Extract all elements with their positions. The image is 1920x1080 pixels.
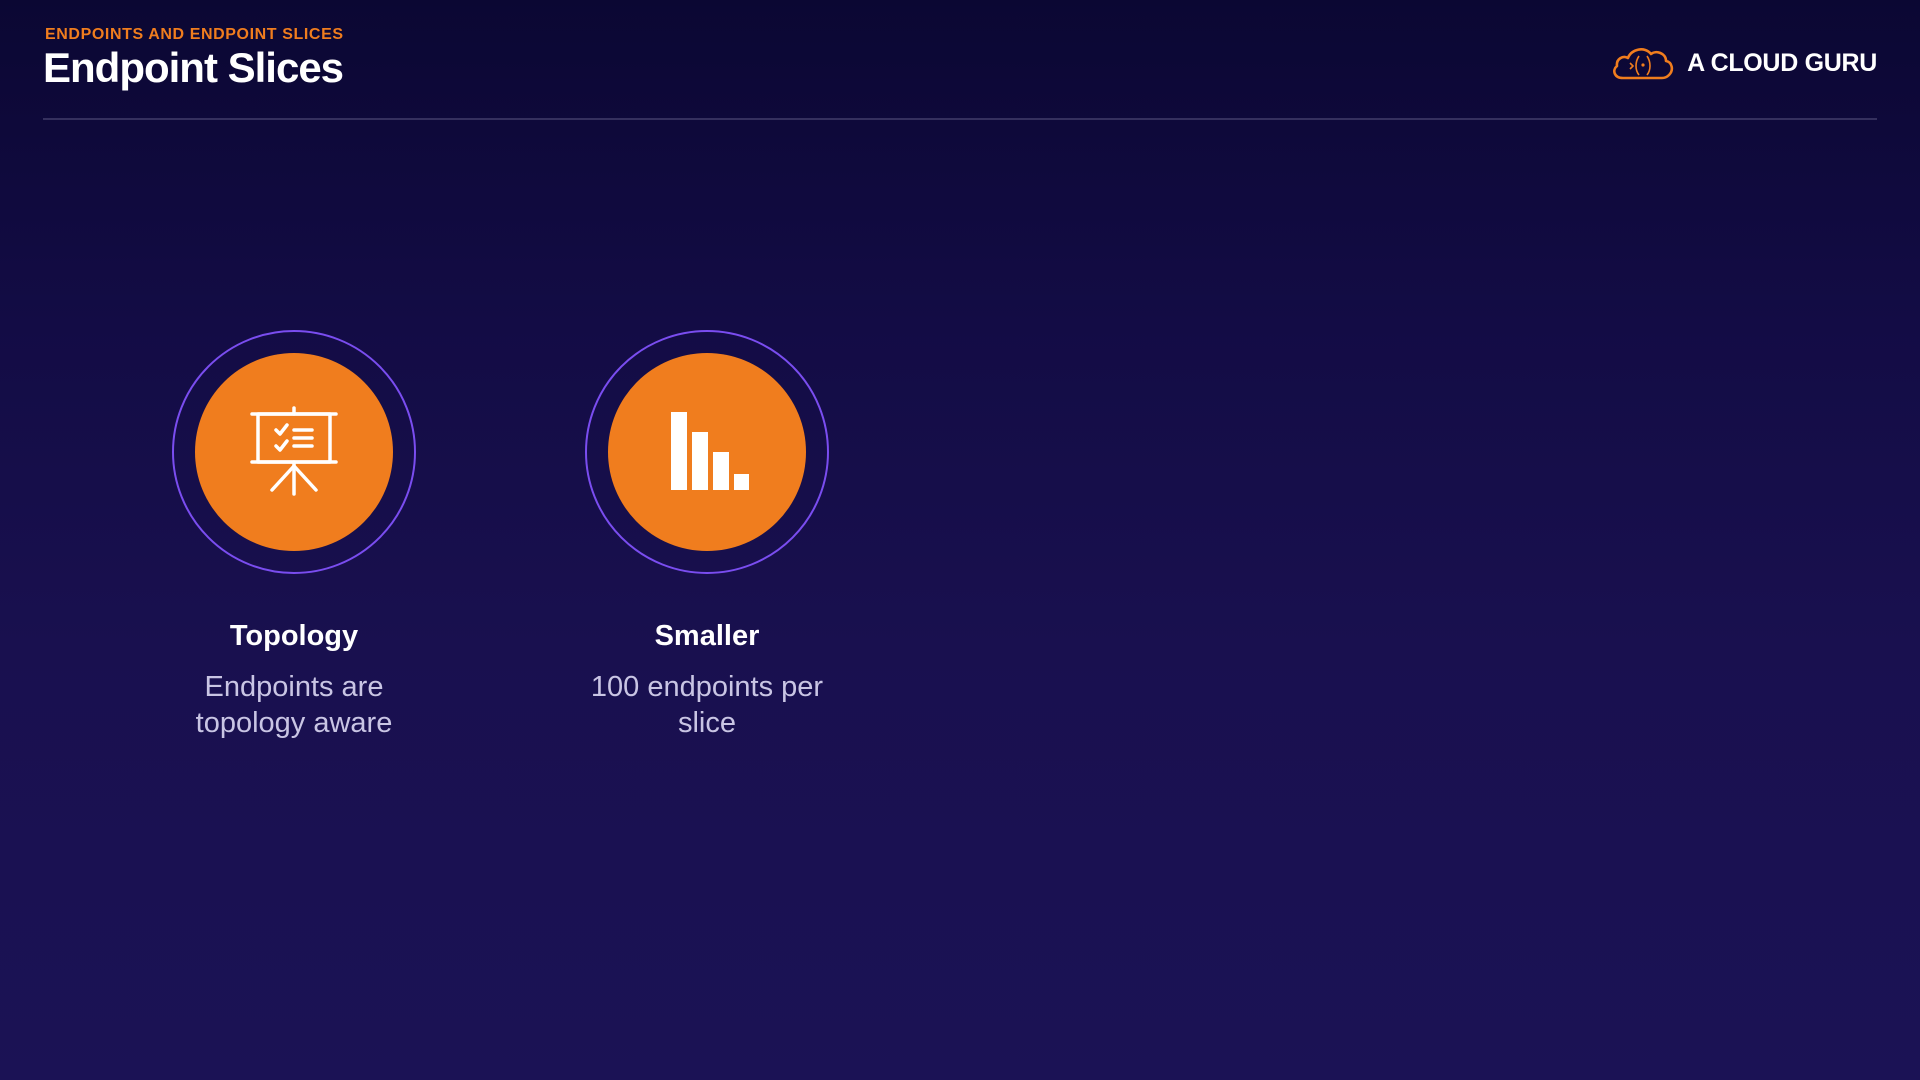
cloud-logo-icon (1613, 48, 1674, 80)
feature-description-line: 100 endpoints per (590, 671, 824, 703)
icon-ring (585, 330, 829, 574)
presentation-board-checklist-icon (250, 406, 338, 496)
slide-title: Endpoint Slices (43, 44, 344, 91)
feature-description: Endpoints are topology aware (144, 669, 444, 741)
feature-topology: Topology Endpoints are topology aware (144, 330, 444, 741)
header-divider (43, 118, 1877, 120)
brand: A CLOUD GURU (1609, 38, 1877, 88)
feature-title: Smaller (654, 620, 760, 652)
feature-description-line: Endpoints are (204, 671, 384, 703)
feature-title: Topology (229, 620, 359, 652)
slide-header: ENDPOINTS AND ENDPOINT SLICES Endpoint S… (43, 24, 1877, 120)
feature-smaller: Smaller 100 endpoints per slice (557, 330, 857, 741)
icon-ring (172, 330, 416, 574)
descending-bar-chart-icon (671, 412, 749, 490)
section-eyebrow: ENDPOINTS AND ENDPOINT SLICES (45, 26, 344, 43)
feature-description-line: topology aware (195, 707, 393, 739)
brand-name: A CLOUD GURU (1687, 48, 1877, 77)
icon-disc (608, 353, 806, 551)
feature-description: 100 endpoints per slice (557, 669, 857, 741)
feature-description-line: slice (677, 707, 736, 739)
icon-disc (195, 353, 393, 551)
